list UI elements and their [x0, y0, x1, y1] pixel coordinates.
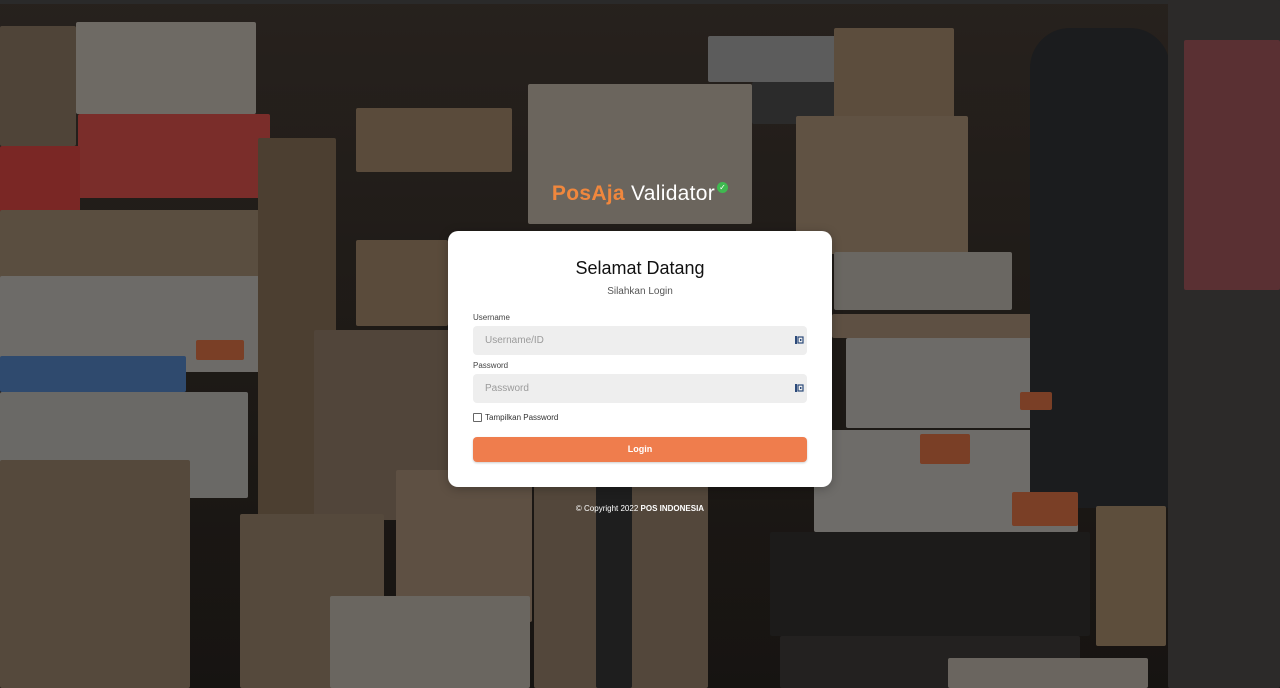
- bg-box: [76, 22, 256, 114]
- bg-box: [834, 252, 1012, 310]
- password-field-wrapper: [473, 374, 807, 403]
- password-input[interactable]: [473, 374, 783, 403]
- show-password-checkbox[interactable]: [473, 413, 482, 422]
- show-password-label: Tampilkan Password: [485, 413, 559, 422]
- password-label: Password: [473, 361, 509, 370]
- bg-box: [708, 36, 840, 82]
- bg-box: [846, 338, 1052, 428]
- login-button[interactable]: Login: [473, 437, 807, 462]
- bg-box: [1030, 28, 1170, 508]
- bg-box: [1096, 506, 1166, 646]
- bg-box: [0, 460, 190, 688]
- page-title: Selamat Datang: [575, 258, 705, 278]
- brand-name-posaja: PosAja: [551, 182, 625, 205]
- username-label: Username: [473, 313, 510, 322]
- top-border: [0, 0, 1280, 4]
- bg-box: [948, 658, 1148, 688]
- show-password-toggle[interactable]: Tampilkan Password: [473, 413, 558, 422]
- footer-copyright: © Copyright 2022 POS INDONESIA: [0, 504, 1280, 513]
- bg-box: [356, 108, 512, 172]
- login-card: Selamat Datang Silahkan Login Username P…: [448, 231, 832, 487]
- bg-box: [330, 596, 530, 688]
- bg-box: [0, 356, 186, 392]
- bg-box: [834, 28, 954, 118]
- key-icon: [795, 384, 804, 392]
- id-card-icon: [795, 336, 804, 344]
- bg-box: [0, 26, 76, 146]
- bg-box: [770, 532, 1090, 636]
- copyright-org: POS INDONESIA: [640, 504, 705, 513]
- bg-box: [1020, 392, 1052, 410]
- brand-logo: PosAja Validator ✓: [0, 182, 1280, 206]
- bg-box: [832, 314, 1034, 338]
- login-subtitle: Silahkan Login: [607, 286, 673, 297]
- bg-box: [920, 434, 970, 464]
- username-field-wrapper: [473, 326, 807, 355]
- brand-name-validator: Validator: [631, 182, 716, 205]
- bg-box: [596, 486, 632, 688]
- bg-box: [196, 340, 244, 360]
- username-input[interactable]: [473, 326, 783, 355]
- verified-check-icon: ✓: [717, 182, 729, 193]
- copyright-text: © Copyright 2022: [575, 504, 639, 513]
- bg-box: [1184, 40, 1280, 290]
- bg-box: [356, 240, 448, 326]
